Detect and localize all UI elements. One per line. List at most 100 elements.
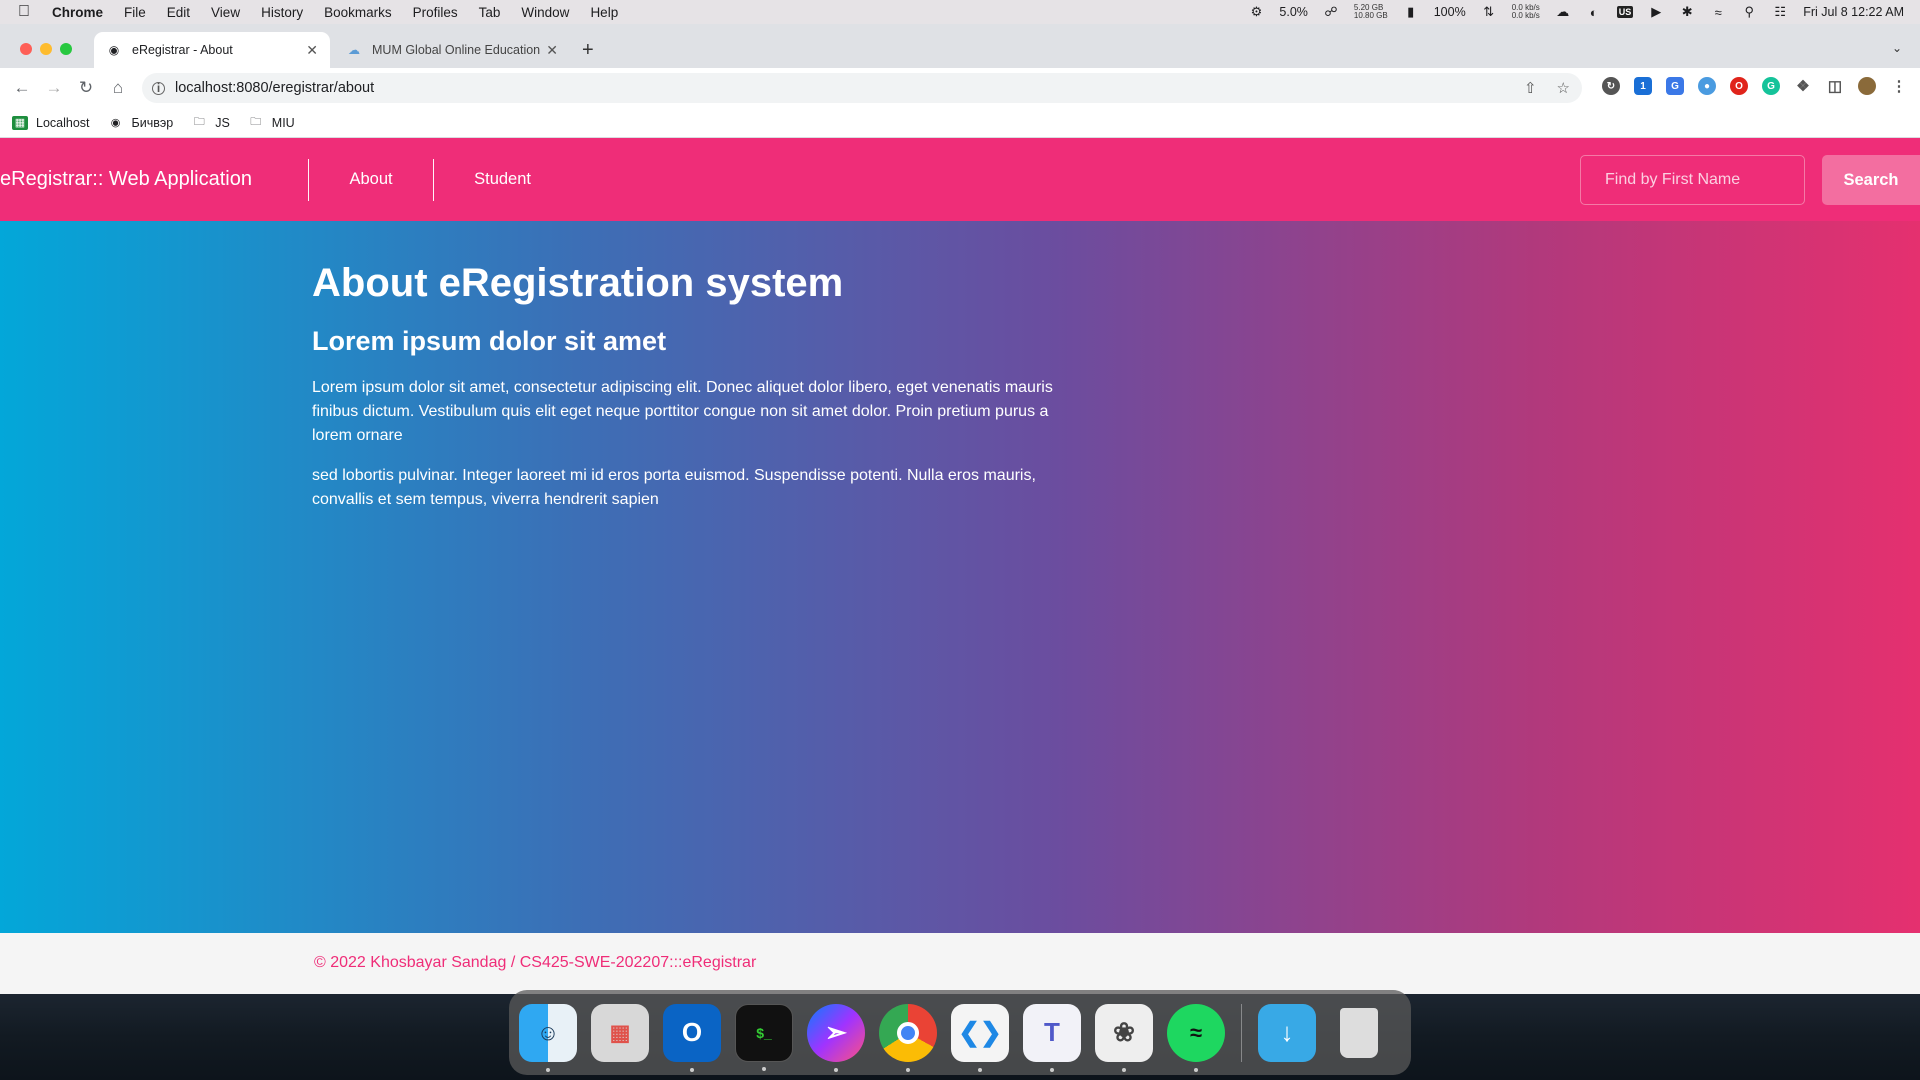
extensions-area: ↻ 1 G ● O G ❖ ◫ ⋮: [1602, 77, 1908, 95]
tab-title: MUM Global Online Education: [372, 43, 541, 57]
input-source-indicator[interactable]: US: [1616, 6, 1634, 18]
bookmark-label: JS: [215, 115, 230, 130]
globe-icon: ◉: [108, 43, 120, 57]
macos-dock: ☺ ▦ O $_ ➣ ❮❯ T ❀ ≈ ↓: [509, 990, 1411, 1075]
dock-separator: [1241, 1003, 1242, 1062]
bookmark-bichver[interactable]: ◉ Бичвэр: [108, 116, 173, 130]
extension-bitwarden-icon[interactable]: 1: [1634, 77, 1652, 95]
chrome-icon[interactable]: [879, 1003, 937, 1072]
play-circle-icon[interactable]: ▶: [1648, 4, 1664, 20]
hero-section: About eRegistration system Lorem ipsum d…: [0, 221, 1920, 933]
network-arrows-icon[interactable]: ⇅: [1481, 4, 1497, 20]
menu-history[interactable]: History: [261, 5, 303, 20]
teams-icon[interactable]: T: [1023, 1003, 1081, 1072]
site-info-icon[interactable]: i: [152, 81, 165, 95]
tab-title: eRegistrar - About: [132, 43, 233, 57]
menu-window[interactable]: Window: [521, 5, 569, 20]
bookmarks-bar: ▦ Localhost ◉ Бичвэр 🗀 JS 🗀 MIU: [0, 108, 1920, 138]
menu-view[interactable]: View: [211, 5, 240, 20]
search-input[interactable]: Find by First Name: [1580, 155, 1805, 205]
menu-edit[interactable]: Edit: [167, 5, 190, 20]
extension-globe-icon[interactable]: ●: [1698, 77, 1716, 95]
folder-icon: 🗀: [193, 116, 205, 128]
app-brand[interactable]: eRegistrar:: Web Application: [0, 168, 252, 191]
paragraph-2: sed lobortis pulvinar. Integer laoreet m…: [312, 467, 1036, 508]
cpu-icon[interactable]: ⚙: [1248, 4, 1264, 20]
back-arrow-icon[interactable]: ←: [6, 78, 38, 98]
menu-profiles[interactable]: Profiles: [413, 5, 458, 20]
extensions-puzzle-icon[interactable]: ❖: [1794, 77, 1812, 95]
memory-icon[interactable]: ☍: [1323, 4, 1339, 20]
wifi-icon[interactable]: ≈: [1710, 4, 1726, 20]
paragraph-1: Lorem ipsum dolor sit amet, consectetur …: [312, 379, 1053, 444]
zoom-window-button[interactable]: [60, 43, 72, 55]
menu-app-chrome[interactable]: Chrome: [52, 5, 103, 20]
tab-mum-global-online[interactable]: ☁ MUM Global Online Education ✕: [334, 32, 570, 68]
side-panel-icon[interactable]: ◫: [1826, 77, 1844, 95]
globe-icon: ◉: [110, 117, 121, 129]
memory-total: 10.80 GB: [1353, 11, 1388, 20]
bookmark-star-icon[interactable]: ☆: [1557, 79, 1570, 97]
search-button[interactable]: Search: [1822, 155, 1920, 205]
bookmark-folder-js[interactable]: 🗀 JS: [191, 116, 230, 130]
address-bar[interactable]: i localhost:8080/eregistrar/about ⇧ ☆: [142, 73, 1582, 103]
bookmark-localhost[interactable]: ▦ Localhost: [12, 115, 90, 130]
network-down: 0.0 kb/s: [1511, 11, 1540, 20]
app-navbar: eRegistrar:: Web Application About Stude…: [0, 138, 1920, 221]
bluetooth-icon[interactable]: ✱: [1679, 4, 1695, 20]
sheets-icon: ▦: [12, 115, 28, 130]
share-icon[interactable]: ⇧: [1524, 79, 1537, 97]
vscode-icon[interactable]: ❮❯: [951, 1003, 1009, 1072]
apple-icon[interactable]: : [18, 3, 38, 21]
nav-divider: [307, 158, 310, 201]
menu-help[interactable]: Help: [590, 5, 618, 20]
sequel-ace-icon[interactable]: ❀: [1095, 1003, 1153, 1072]
close-tab-icon[interactable]: ✕: [306, 42, 318, 59]
browser-tab-strip: ◉ eRegistrar - About ✕ ☁ MUM Global Onli…: [0, 24, 1920, 68]
bookmark-folder-miu[interactable]: 🗀 MIU: [248, 116, 294, 130]
menu-tab[interactable]: Tab: [479, 5, 501, 20]
reload-icon[interactable]: ↻: [70, 78, 102, 98]
glasses-icon[interactable]: ◐: [1586, 4, 1602, 20]
folder-icon: 🗀: [250, 116, 262, 128]
spotlight-search-icon[interactable]: ⚲: [1741, 4, 1757, 20]
extension-grammarly-icon[interactable]: G: [1762, 77, 1780, 95]
footer-copyright: © 2022 Khosbayar Sandag / CS425-SWE-2022…: [314, 954, 757, 971]
close-tab-icon[interactable]: ✕: [546, 42, 558, 59]
extension-opera-icon[interactable]: O: [1730, 77, 1748, 95]
spotify-icon[interactable]: ≈: [1167, 1003, 1225, 1072]
window-controls: [20, 43, 72, 55]
page-footer: © 2022 Khosbayar Sandag / CS425-SWE-2022…: [0, 933, 1920, 994]
page-title: About eRegistration system: [312, 261, 844, 305]
menu-file[interactable]: File: [124, 5, 146, 20]
new-tab-plus-icon[interactable]: +: [582, 39, 594, 62]
forward-arrow-icon[interactable]: →: [38, 78, 70, 98]
downloads-folder-icon[interactable]: ↓: [1258, 1003, 1316, 1062]
nav-link-about[interactable]: About: [309, 170, 432, 189]
messenger-icon[interactable]: ➣: [807, 1003, 865, 1072]
minimize-window-button[interactable]: [40, 43, 52, 55]
profile-avatar[interactable]: [1858, 77, 1876, 95]
close-window-button[interactable]: [20, 43, 32, 55]
nav-link-student[interactable]: Student: [434, 170, 571, 189]
control-center-icon[interactable]: ☷: [1772, 4, 1788, 20]
cloud-icon[interactable]: ☁: [1555, 4, 1571, 20]
extension-sync-icon[interactable]: ↻: [1602, 77, 1620, 95]
terminal-icon[interactable]: $_: [735, 1003, 793, 1071]
url-text[interactable]: localhost:8080/eregistrar/about: [175, 80, 374, 96]
chrome-menu-kebab-icon[interactable]: ⋮: [1890, 77, 1908, 95]
page-subtitle: Lorem ipsum dolor sit amet: [312, 326, 667, 356]
trash-icon[interactable]: [1330, 1004, 1388, 1062]
home-icon[interactable]: ⌂: [102, 78, 134, 98]
tab-search-chevron-icon[interactable]: ⌄: [1892, 41, 1902, 55]
launchpad-icon[interactable]: ▦: [591, 1003, 649, 1062]
menu-bookmarks[interactable]: Bookmarks: [324, 5, 392, 20]
outlook-icon[interactable]: O: [663, 1003, 721, 1072]
nav-divider: [432, 158, 435, 201]
menubar-clock[interactable]: Fri Jul 8 12:22 AM: [1803, 5, 1904, 19]
battery-icon[interactable]: ▮: [1403, 4, 1419, 20]
extension-translate-icon[interactable]: G: [1666, 77, 1684, 95]
memory-readout: 5.20 GB 10.80 GB: [1354, 4, 1388, 20]
finder-icon[interactable]: ☺: [519, 1003, 577, 1072]
tab-eregistrar-about[interactable]: ◉ eRegistrar - About ✕: [94, 32, 330, 68]
